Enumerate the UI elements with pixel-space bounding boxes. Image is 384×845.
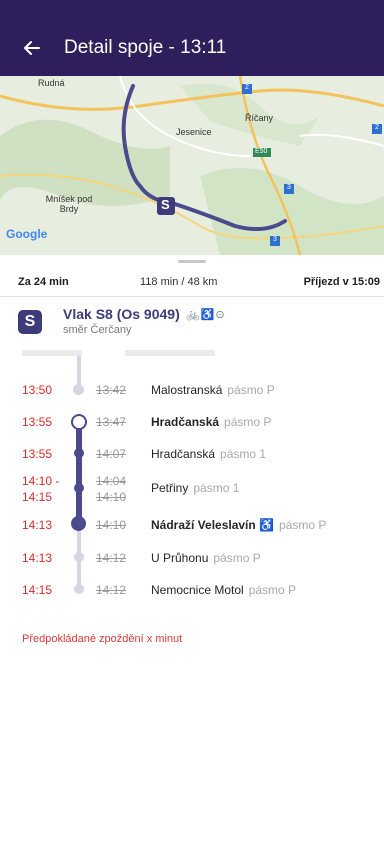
actual-time: 14:10 - 14:15: [22, 474, 60, 504]
divider: [0, 296, 384, 297]
back-button[interactable]: [18, 34, 46, 62]
map-label: Mníšek pod Brdy: [45, 194, 93, 214]
actual-time: 14:13: [22, 518, 53, 532]
stop-dot: [74, 448, 84, 458]
stop-name: Nádraží Veleslavín: [151, 518, 256, 532]
zone-label: pásmo P: [248, 583, 297, 597]
zone-label: pásmo P: [279, 518, 327, 532]
road-badge: 3: [273, 236, 277, 243]
scheduled-time: 14:07: [96, 447, 127, 461]
arrow-left-icon: [24, 41, 40, 55]
scheduled-time: 13:47: [96, 415, 127, 429]
map-label: Jesenice: [176, 127, 212, 137]
actual-time: 13:55: [22, 447, 53, 461]
zone-label: pásmo P: [213, 551, 261, 565]
current-stop-ring: [71, 414, 87, 430]
map-label: Říčany: [245, 113, 274, 123]
train-direction: směr Čerčany: [63, 324, 132, 336]
stop-row[interactable]: 14:10 - 14:15 14:04 14:10 Petřiny pásmo 1: [0, 473, 384, 505]
amenity-icons: 🚲♿⊙: [186, 309, 226, 321]
train-header: S Vlak S8 (Os 9049) 🚲♿⊙ směr Čerčany: [18, 306, 378, 346]
trip-summary: Za 24 min 118 min / 48 km Příjezd v 15:0…: [0, 272, 384, 294]
road-badge: 2: [245, 84, 249, 91]
road-badge: 3: [287, 184, 291, 191]
map-canvas: [0, 76, 384, 255]
zone-label: pásmo P: [227, 383, 275, 397]
train-name: Vlak S8 (Os 9049): [63, 306, 180, 322]
delay-note: Předpokládané zpoždění x minut: [22, 633, 183, 645]
zone-label: pásmo 1: [193, 481, 240, 495]
scheduled-time: 14:04 14:10: [96, 474, 127, 504]
scheduled-time: 13:42: [96, 383, 127, 397]
train-badge-icon: S: [18, 310, 42, 334]
stop-name: Petřiny: [151, 481, 189, 495]
stop-name: Malostranská: [151, 383, 223, 397]
stop-dot: [74, 552, 84, 562]
departure-in: Za 24 min: [18, 276, 69, 288]
stop-name: Hradčanská: [151, 415, 220, 429]
page-title: Detail spoje - 13:11: [64, 37, 227, 58]
previous-stop-faded: [22, 348, 272, 360]
wheelchair-icon: ♿: [259, 518, 275, 532]
stop-dot: [74, 483, 84, 493]
stop-name: Hradčanská: [151, 447, 216, 461]
scheduled-time: 14:12: [96, 583, 127, 597]
google-logo: Google: [6, 227, 48, 241]
map-label: E50: [255, 148, 268, 155]
route-badge: S: [161, 197, 170, 212]
route-map[interactable]: Rudná Říčany Jesenice Mníšek pod Brdy E5…: [0, 76, 384, 255]
duration-distance: 118 min / 48 km: [140, 276, 218, 288]
zone-label: pásmo P: [224, 415, 272, 429]
sheet-handle[interactable]: [178, 260, 206, 263]
map-label: Rudná: [38, 78, 65, 88]
scheduled-time: 14:12: [96, 551, 127, 565]
actual-time: 14:13: [22, 551, 53, 565]
actual-time: 13:55: [22, 415, 53, 429]
stop-name: Nemocnice Motol: [151, 583, 244, 597]
arrival-time: Příjezd v 15:09: [303, 276, 380, 288]
status-bar: [0, 0, 384, 20]
stop-dot: [73, 384, 84, 395]
stop-dot: [71, 516, 86, 531]
stop-name: U Průhonu: [151, 551, 209, 565]
scheduled-time: 14:10: [96, 518, 127, 532]
stop-timeline: 13:50 13:42 Malostranská pásmo P 13:55 13…: [0, 356, 384, 610]
timeline-line-active: [76, 418, 82, 525]
actual-time: 14:15: [22, 583, 53, 597]
road-badge: 2: [375, 124, 379, 131]
app-bar: Detail spoje - 13:11: [0, 20, 384, 76]
actual-time: 13:50: [22, 383, 53, 397]
zone-label: pásmo 1: [220, 447, 267, 461]
stop-dot: [74, 584, 84, 594]
